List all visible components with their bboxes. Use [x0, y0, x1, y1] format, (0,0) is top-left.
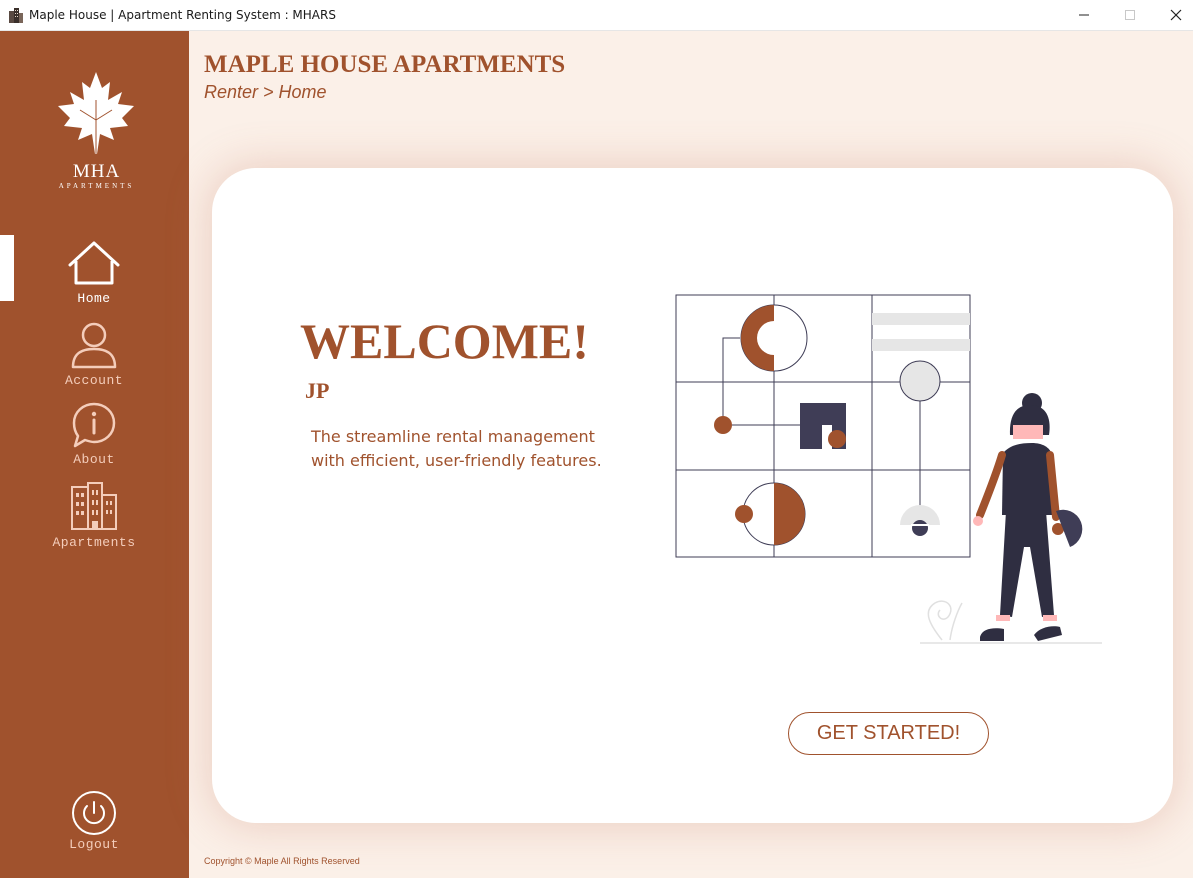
window-title: Maple House | Apartment Renting System :…	[29, 8, 336, 22]
maple-leaf-icon	[58, 72, 134, 154]
sidebar: MHA APARTMENTS Home Account About Apartm…	[0, 31, 189, 878]
active-nav-indicator	[0, 235, 14, 301]
sidebar-item-label: Apartments	[52, 535, 136, 550]
minimize-icon	[1079, 14, 1089, 16]
sidebar-item-about[interactable]: About	[30, 401, 158, 473]
breadcrumb: Renter > Home	[204, 82, 327, 102]
home-icon	[68, 241, 120, 285]
sidebar-item-label: About	[73, 452, 115, 467]
power-icon	[72, 791, 116, 835]
maximize-icon	[1125, 10, 1135, 20]
logout-button[interactable]: Logout	[30, 789, 158, 861]
logo-title: MHA	[72, 161, 121, 182]
info-icon	[72, 402, 116, 448]
buildings-icon	[71, 482, 117, 530]
copyright: Copyright © Maple All Rights Reserved	[204, 856, 360, 866]
maximize-button[interactable]	[1107, 0, 1153, 31]
window-title-bar: Maple House | Apartment Renting System :…	[0, 0, 1193, 31]
sidebar-item-label: Home	[77, 291, 111, 306]
sidebar-item-home[interactable]: Home	[30, 239, 158, 311]
page-title: MAPLE HOUSE APARTMENTS	[204, 51, 566, 78]
woman-with-grid-illustration	[675, 294, 1102, 644]
minimize-button[interactable]	[1061, 0, 1107, 31]
username: JP	[305, 378, 330, 403]
sidebar-item-label: Account	[64, 373, 124, 388]
logo-subtitle: APARTMENTS	[58, 182, 135, 190]
welcome-heading: WELCOME!	[300, 313, 589, 369]
building-icon	[8, 8, 24, 23]
tagline: The streamline rental management with ef…	[311, 427, 602, 470]
user-icon	[71, 322, 117, 369]
close-icon	[1170, 9, 1182, 21]
get-started-button[interactable]: GET STARTED!	[788, 712, 989, 755]
close-button[interactable]	[1153, 0, 1193, 31]
sidebar-item-apartments[interactable]: Apartments	[30, 481, 158, 553]
logout-label: Logout	[69, 837, 119, 852]
sidebar-item-account[interactable]: Account	[30, 321, 158, 393]
